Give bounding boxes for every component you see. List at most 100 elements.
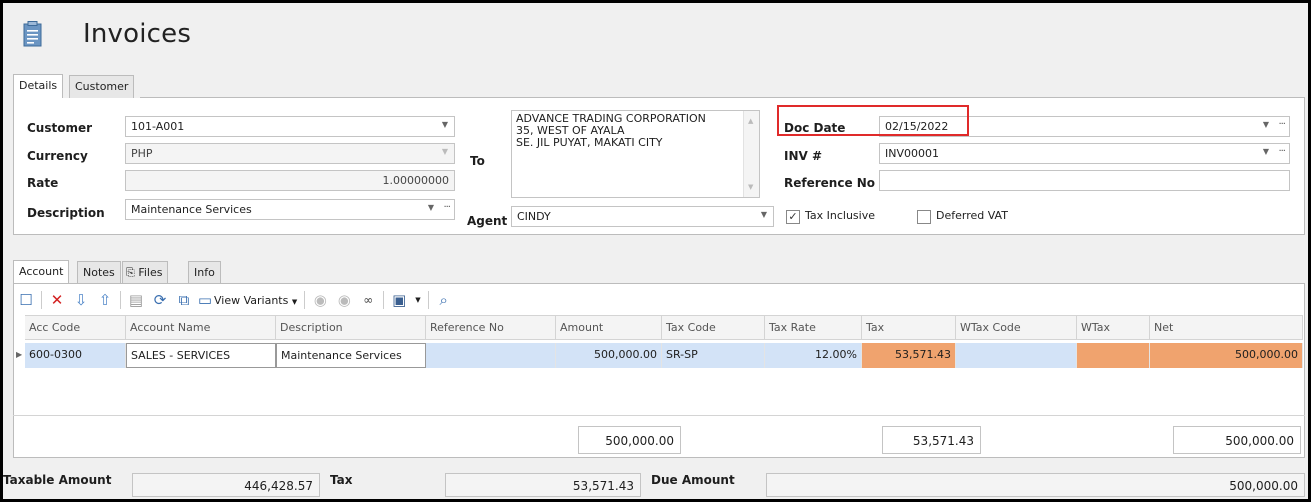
tab-files-label: Files	[138, 266, 163, 279]
page-title: Invoices	[83, 19, 192, 49]
chevron-down-icon[interactable]: ▼	[761, 210, 767, 219]
customer-value: 101-A001	[131, 120, 185, 133]
col-tax-rate[interactable]: Tax Rate	[765, 316, 862, 339]
cell-reference-no[interactable]	[426, 343, 556, 368]
ellipsis-icon[interactable]: ···	[1278, 119, 1285, 130]
col-reference-no[interactable]: Reference No	[426, 316, 556, 339]
col-acc-code[interactable]: Acc Code	[25, 316, 126, 339]
up-icon[interactable]: ◉	[308, 289, 332, 311]
cell-amount[interactable]: 500,000.00	[556, 343, 662, 368]
cell-tax-rate[interactable]: 12.00%	[765, 343, 862, 368]
table-row[interactable]: 600-0300 SALES - SERVICES Maintenance Se…	[25, 343, 1303, 368]
cell-wtax-code[interactable]	[956, 343, 1077, 368]
cell-net[interactable]: 500,000.00	[1150, 343, 1303, 368]
chevron-down-icon[interactable]: ▼	[1263, 120, 1269, 129]
col-tax-code[interactable]: Tax Code	[662, 316, 765, 339]
col-wtax-code[interactable]: WTax Code	[956, 316, 1077, 339]
tab-account[interactable]: Account	[13, 260, 70, 284]
rate-field: 1.00000000	[125, 170, 455, 191]
cell-account-name[interactable]: SALES - SERVICES	[126, 343, 276, 368]
grid-icon[interactable]: ▤	[124, 289, 148, 311]
move-down-icon[interactable]: ⇩	[69, 289, 93, 311]
agent-label: Agent	[467, 214, 508, 228]
scroll-down-icon[interactable]: ▼	[748, 181, 753, 193]
ellipsis-icon[interactable]: ···	[1278, 146, 1285, 157]
due-amount-field: 500,000.00	[766, 473, 1305, 497]
col-description[interactable]: Description	[276, 316, 426, 339]
tab-files[interactable]: ⎘ Files	[122, 261, 169, 284]
save-icon[interactable]: ▣	[387, 289, 411, 311]
customer-select[interactable]: 101-A001 ▼	[125, 116, 455, 137]
col-amount[interactable]: Amount	[556, 316, 662, 339]
preview-icon[interactable]: ⌕	[432, 289, 456, 311]
toolbar-separator	[427, 291, 429, 309]
totals-divider	[13, 415, 1305, 416]
cell-description[interactable]: Maintenance Services	[276, 343, 426, 368]
file-icon: ⎘	[126, 266, 135, 279]
to-label: To	[470, 154, 485, 168]
total-tax: 53,571.43	[882, 426, 981, 454]
move-up-icon[interactable]: ⇧	[93, 289, 117, 311]
toolbar-separator	[41, 291, 42, 309]
delete-icon[interactable]: ✕	[45, 289, 69, 311]
tab-notes[interactable]: Notes	[77, 261, 121, 284]
address-line-3: SE. JIL PUYAT, MAKATI CITY	[516, 136, 663, 149]
toolbar-separator	[383, 291, 385, 309]
toolbar-separator	[304, 291, 306, 309]
chevron-down-icon[interactable]: ▼	[1263, 147, 1269, 156]
address-scrollbar[interactable]: ▲ ▼	[743, 111, 759, 197]
col-tax[interactable]: Tax	[862, 316, 956, 339]
col-net[interactable]: Net	[1150, 316, 1303, 339]
agent-select[interactable]: CINDY ▼	[511, 206, 774, 227]
deferred-vat-checkbox[interactable]	[917, 210, 931, 224]
refresh-icon[interactable]: ⟳	[148, 289, 172, 311]
col-account-name[interactable]: Account Name	[126, 316, 276, 339]
currency-label: Currency	[27, 149, 88, 163]
reference-no-input[interactable]	[879, 170, 1290, 191]
new-row-icon[interactable]: ☐	[14, 289, 38, 311]
down-icon[interactable]: ◉	[332, 289, 356, 311]
deferred-vat-label: Deferred VAT	[936, 209, 1008, 222]
chevron-down-icon: ▼	[291, 297, 298, 306]
tab-info[interactable]: Info	[188, 261, 221, 284]
col-wtax[interactable]: WTax	[1077, 316, 1150, 339]
description-select[interactable]: Maintenance Services ▼ ···	[125, 199, 455, 220]
grid-toolbar: ☐ ✕ ⇩ ⇧ ▤ ⟳ ⧉ ▭ View Variants ▼ ◉ ◉ ∞ ▣ …	[14, 287, 456, 313]
row-indicator-icon: ▶	[16, 350, 23, 359]
agent-value: CINDY	[517, 210, 551, 223]
view-variants-button[interactable]: View Variants ▼	[214, 294, 301, 307]
currency-select: PHP ▼	[125, 143, 455, 164]
inv-number-field[interactable]: INV00001 ▼ ···	[879, 143, 1290, 164]
view-variants-icon[interactable]: ▭	[196, 289, 214, 311]
ellipsis-icon[interactable]: ···	[443, 202, 450, 213]
description-label: Description	[27, 206, 105, 220]
find-icon[interactable]: ∞	[356, 289, 380, 311]
tax-inclusive-checkbox[interactable]: ✓	[786, 210, 800, 224]
view-variants-label: View Variants	[214, 293, 289, 307]
toolbar-separator	[120, 291, 121, 309]
chevron-down-icon[interactable]: ▼	[428, 203, 434, 212]
export-icon[interactable]: ⧉	[172, 289, 196, 311]
inv-number-label: INV #	[784, 149, 823, 163]
doc-date-highlight-box	[777, 105, 969, 136]
cell-tax[interactable]: 53,571.43	[862, 343, 956, 368]
taxable-amount-field: 446,428.57	[132, 473, 320, 497]
tax-label: Tax	[330, 473, 353, 487]
tax-inclusive-label: Tax Inclusive	[805, 209, 876, 222]
cell-tax-code[interactable]: SR-SP	[662, 343, 765, 368]
scroll-up-icon[interactable]: ▲	[748, 115, 753, 127]
currency-value: PHP	[131, 147, 153, 160]
rate-label: Rate	[27, 176, 59, 190]
tab-details[interactable]: Details	[13, 74, 64, 98]
tab-customer[interactable]: Customer	[69, 75, 135, 98]
total-net: 500,000.00	[1173, 426, 1301, 454]
chevron-down-icon[interactable]: ▼	[442, 120, 448, 129]
description-value: Maintenance Services	[131, 203, 252, 216]
to-address-box[interactable]: ADVANCE TRADING CORPORATION 35, WEST OF …	[511, 110, 760, 198]
chevron-down-icon: ▼	[441, 147, 448, 156]
cell-wtax[interactable]	[1077, 343, 1150, 368]
tax-field: 53,571.43	[445, 473, 641, 497]
total-amount: 500,000.00	[578, 426, 681, 454]
cell-acc-code[interactable]: 600-0300	[25, 343, 126, 368]
chevron-down-icon[interactable]: ▼	[411, 296, 424, 304]
